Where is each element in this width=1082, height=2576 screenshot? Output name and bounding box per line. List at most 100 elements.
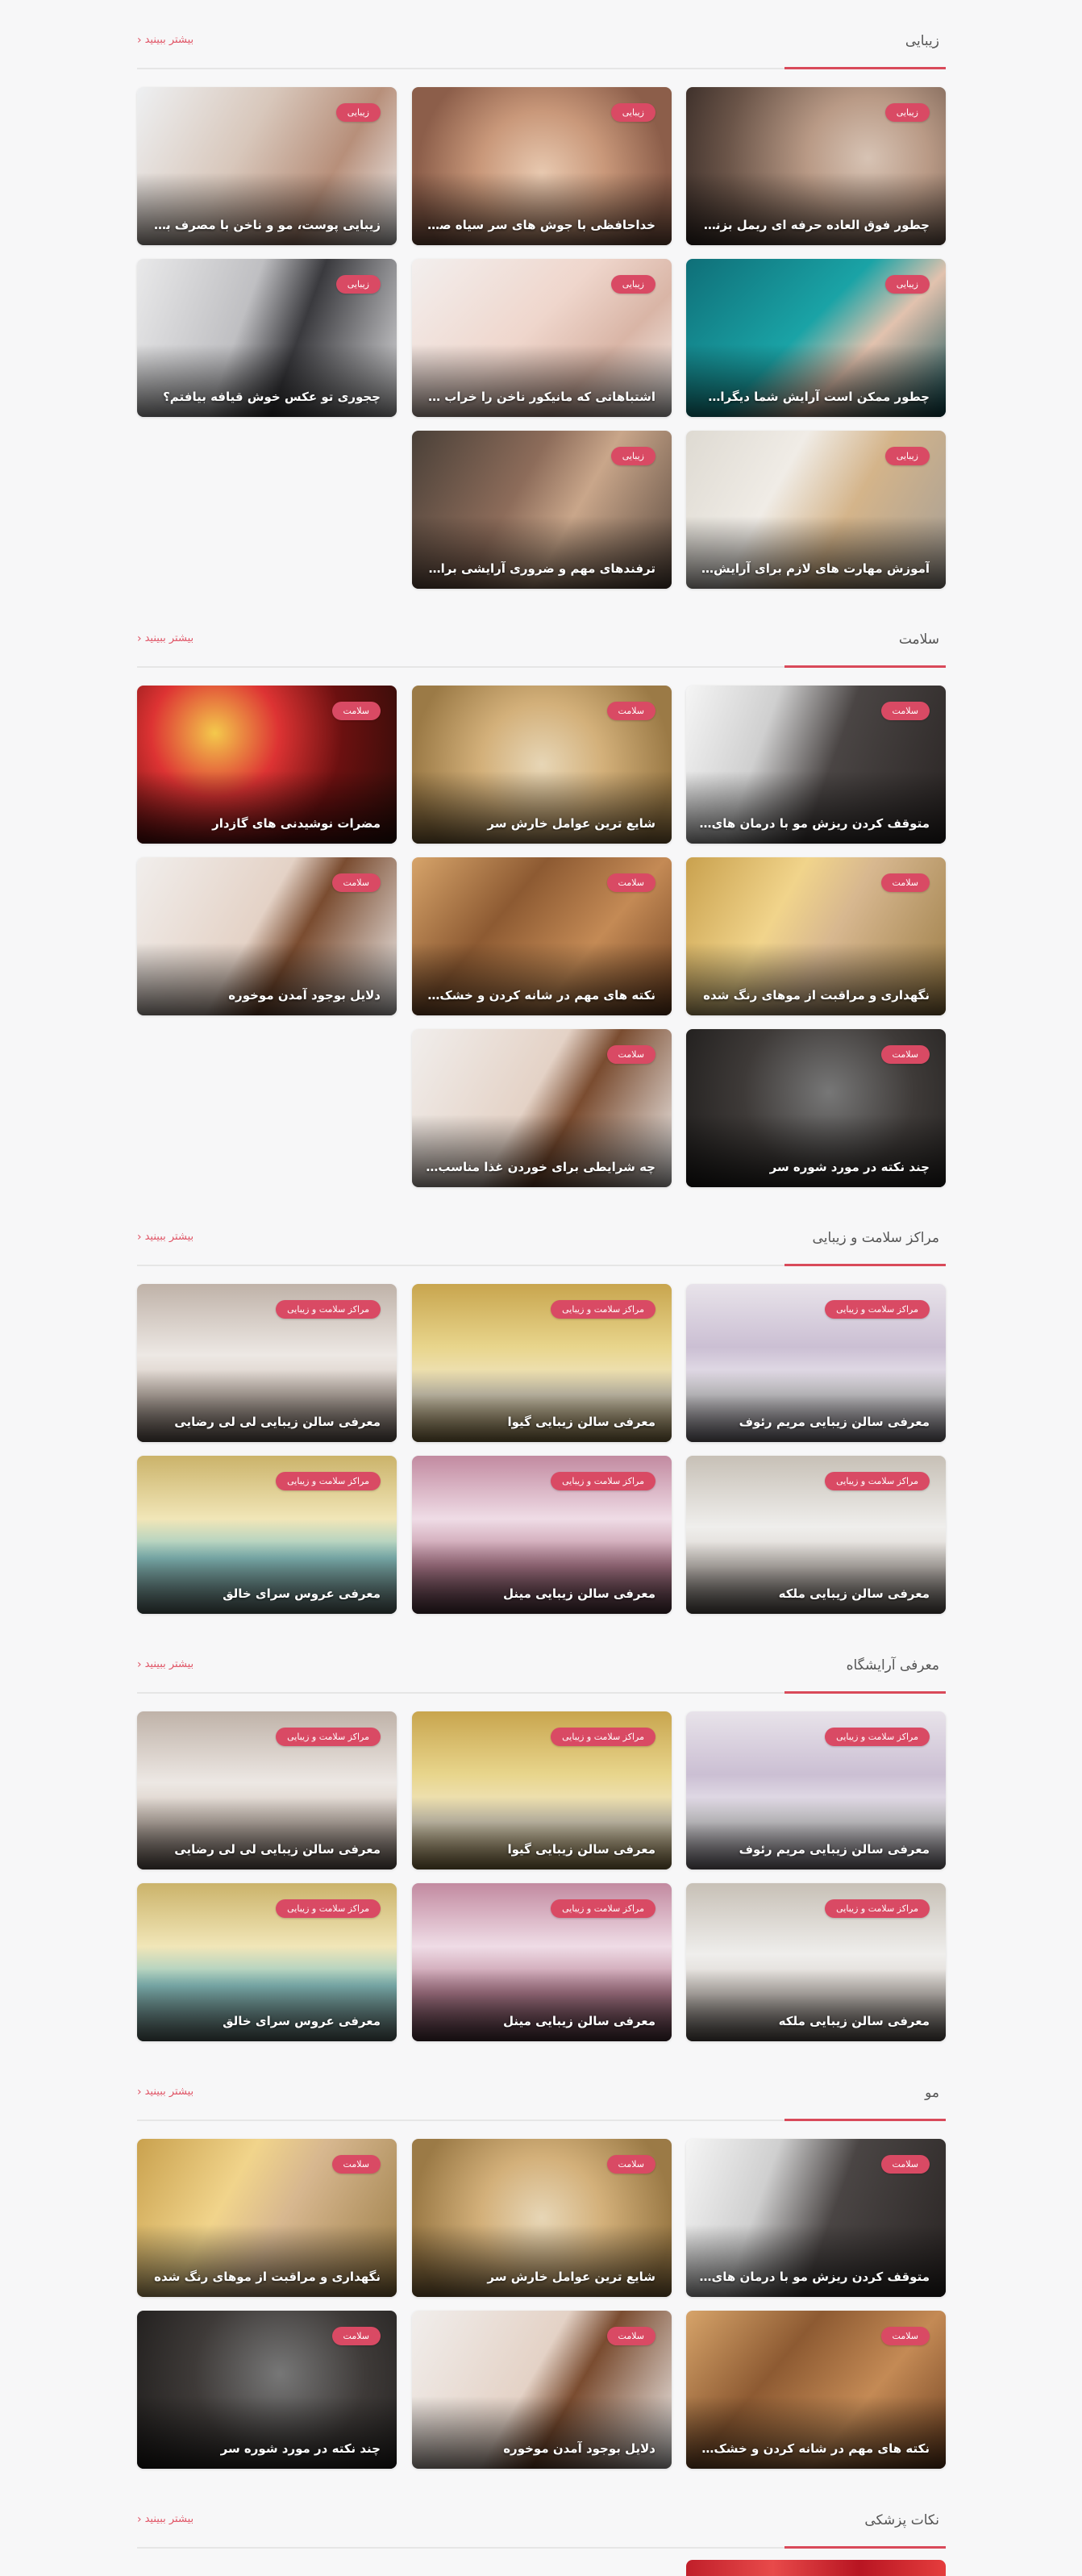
thumbnail-overlay <box>412 2224 672 2297</box>
category-badge[interactable]: سلامت <box>880 2327 930 2345</box>
section-title-underline <box>784 67 946 69</box>
category-badge[interactable]: سلامت <box>331 2155 381 2174</box>
section-2: سلامت بیشتر ببینید ‹ سلامت متوقف کردن ریزش م… <box>137 629 946 1187</box>
category-badge[interactable]: مراکز سلامت و زیبایی <box>825 1300 930 1319</box>
category-badge[interactable]: مراکز سلامت و زیبایی <box>276 1300 381 1319</box>
category-badge[interactable]: سلامت <box>606 2155 655 2174</box>
article-card[interactable]: سلامت نکته های مهم در شانه کردن و خشک کر.… <box>412 857 672 1015</box>
article-title: معرفی سالن زیبایی گیوا <box>507 1415 656 1429</box>
article-card[interactable]: زیبایی زیبایی پوست، مو و ناخن با مصرف برخ… <box>137 87 397 245</box>
article-card[interactable]: سلامت چه شرایطی برای خوردن غذا مناسب نیس.… <box>412 1029 672 1187</box>
section-header: مراکز سلامت و زیبایی بیشتر ببینید ‹ <box>137 1228 946 1266</box>
article-card[interactable]: زیبایی آموزش مهارت های لازم برای آرایش مو <box>686 431 946 589</box>
article-card[interactable]: سلامت نگهداری و مراقبت از موهای رنگ شده <box>686 857 946 1015</box>
category-badge[interactable]: سلامت <box>331 2327 381 2345</box>
article-card[interactable]: مراکز سلامت و زیبایی معرفی سالن زیبایی گی… <box>412 1711 672 1869</box>
see-more-link[interactable]: بیشتر ببینید ‹ <box>137 2086 194 2098</box>
article-card[interactable]: سلامت دلایل بوجود آمدن موخوره <box>412 2311 672 2469</box>
category-badge[interactable]: زیبایی <box>610 103 655 122</box>
category-badge[interactable]: سلامت <box>331 702 381 720</box>
category-badge[interactable]: سلامت <box>880 873 930 892</box>
see-more-link[interactable]: بیشتر ببینید ‹ <box>137 632 194 644</box>
category-badge[interactable]: سلامت <box>880 702 930 720</box>
article-card[interactable]: مراکز سلامت و زیبایی معرفی سالن زیبایی مر… <box>686 1284 946 1442</box>
article-card[interactable]: سلامت چند نکته در مورد شوره سر <box>686 1029 946 1187</box>
article-title: متوقف کردن ریزش مو با درمان های خان... <box>699 2270 930 2284</box>
article-card[interactable]: مراکز سلامت و زیبایی معرفی سالن زیبایی مل… <box>686 1456 946 1614</box>
article-thumbnail[interactable] <box>686 2560 946 2576</box>
article-card[interactable]: زیبایی چطور ممکن است آرایش شما دیگران رو … <box>686 259 946 417</box>
category-badge[interactable]: سلامت <box>331 873 381 892</box>
article-title: متوقف کردن ریزش مو با درمان های خان... <box>699 816 930 831</box>
article-card[interactable]: مراکز سلامت و زیبایی معرفی سالن زیبایی لی… <box>137 1711 397 1869</box>
thumbnail-overlay <box>137 173 397 245</box>
category-badge[interactable]: سلامت <box>606 2327 655 2345</box>
article-card[interactable]: زیبایی اشتباهاتی که مانیکور ناخن را خراب … <box>412 259 672 417</box>
see-more-label: بیشتر ببینید <box>144 34 194 46</box>
category-badge[interactable]: سلامت <box>880 1045 930 1064</box>
see-more-link[interactable]: بیشتر ببینید ‹ <box>137 1231 194 1243</box>
article-card[interactable]: زیبایی چطور فوق العاده حرفه ای ریمل بزنیم… <box>686 87 946 245</box>
article-title: نکته های مهم در شانه کردن و خشک کر... <box>699 2441 930 2456</box>
article-card[interactable]: مراکز سلامت و زیبایی معرفی عروس سرای خالق <box>137 1456 397 1614</box>
article-title: چطور فوق العاده حرفه ای ریمل بزنیم؟ <box>699 218 930 232</box>
thumbnail-overlay <box>412 1541 672 1614</box>
article-card[interactable]: مراکز سلامت و زیبایی معرفی سالن زیبایی مل… <box>686 1883 946 2041</box>
article-card[interactable]: مراکز سلامت و زیبایی معرفی عروس سرای خالق <box>137 1883 397 2041</box>
category-badge[interactable]: مراکز سلامت و زیبایی <box>551 1728 655 1746</box>
article-card[interactable]: زیبایی خداحافظی با جوش های سر سیاه صورت <box>412 87 672 245</box>
thumbnail-overlay <box>686 2224 946 2297</box>
category-badge[interactable]: سلامت <box>606 1045 655 1064</box>
article-card[interactable]: سلامت نکته های مهم در شانه کردن و خشک کر.… <box>686 2311 946 2469</box>
section-title: مراکز سلامت و زیبایی <box>812 1230 939 1246</box>
section-3: مراکز سلامت و زیبایی بیشتر ببینید ‹ مراکز س… <box>137 1228 946 1614</box>
article-title: چجوری تو عکس خوش قیافه بیافتم؟ <box>163 390 381 404</box>
category-badge[interactable]: مراکز سلامت و زیبایی <box>825 1899 930 1918</box>
category-badge[interactable]: مراکز سلامت و زیبایی <box>276 1472 381 1490</box>
category-badge[interactable]: سلامت <box>606 873 655 892</box>
category-badge[interactable]: مراکز سلامت و زیبایی <box>551 1472 655 1490</box>
article-card[interactable]: زیبایی چجوری تو عکس خوش قیافه بیافتم؟ <box>137 259 397 417</box>
article-card[interactable]: سلامت متوقف کردن ریزش مو با درمان های خان… <box>686 686 946 844</box>
section-title: مو <box>925 2085 939 2101</box>
article-card[interactable]: مراکز سلامت و زیبایی معرفی سالن زیبایی مر… <box>686 1711 946 1869</box>
category-badge[interactable]: مراکز سلامت و زیبایی <box>551 1300 655 1319</box>
article-title: معرفی سالن زیبایی گیوا <box>507 1842 656 1857</box>
article-card[interactable]: مراکز سلامت و زیبایی معرفی سالن زیبایی گی… <box>412 1284 672 1442</box>
category-badge[interactable]: مراکز سلامت و زیبایی <box>551 1899 655 1918</box>
category-badge[interactable]: زیبایی <box>610 447 655 465</box>
category-badge[interactable]: مراکز سلامت و زیبایی <box>825 1472 930 1490</box>
article-card[interactable]: سلامت دلایل بوجود آمدن موخوره <box>137 857 397 1015</box>
category-badge[interactable]: زیبایی <box>610 275 655 294</box>
category-badge[interactable]: زیبایی <box>335 275 381 294</box>
article-card[interactable]: مراکز سلامت و زیبایی معرفی سالن زیبایی می… <box>412 1883 672 2041</box>
thumbnail-overlay <box>137 1797 397 1869</box>
article-card[interactable]: سلامت چند نکته در مورد شوره سر <box>137 2311 397 2469</box>
thumbnail-overlay <box>412 344 672 417</box>
article-card[interactable]: سلامت مضرات نوشیدنی های گازدار <box>137 686 397 844</box>
see-more-label: بیشتر ببینید <box>144 1658 194 1670</box>
article-card[interactable]: مراکز سلامت و زیبایی معرفی سالن زیبایی لی… <box>137 1284 397 1442</box>
category-badge[interactable]: مراکز سلامت و زیبایی <box>276 1899 381 1918</box>
see-more-link[interactable]: بیشتر ببینید ‹ <box>137 2513 194 2525</box>
article-card[interactable]: سلامت شایع ترین عوامل خارش سر <box>412 2139 672 2297</box>
article-card[interactable]: سلامت نگهداری و مراقبت از موهای رنگ شده <box>137 2139 397 2297</box>
chevron-left-icon: ‹ <box>137 2512 142 2526</box>
category-badge[interactable]: زیبایی <box>884 447 930 465</box>
section-title: نکات پزشکی <box>864 2512 939 2528</box>
category-badge[interactable]: مراکز سلامت و زیبایی <box>276 1728 381 1746</box>
category-badge[interactable]: سلامت <box>606 702 655 720</box>
category-badge[interactable]: زیبایی <box>335 103 381 122</box>
thumbnail-overlay <box>686 943 946 1015</box>
article-title: مضرات نوشیدنی های گازدار <box>212 816 381 831</box>
see-more-link[interactable]: بیشتر ببینید ‹ <box>137 1658 194 1670</box>
category-badge[interactable]: زیبایی <box>884 275 930 294</box>
article-card[interactable]: مراکز سلامت و زیبایی معرفی سالن زیبایی می… <box>412 1456 672 1614</box>
article-card[interactable]: سلامت متوقف کردن ریزش مو با درمان های خان… <box>686 2139 946 2297</box>
category-badge[interactable]: زیبایی <box>884 103 930 122</box>
category-badge[interactable]: مراکز سلامت و زیبایی <box>825 1728 930 1746</box>
see-more-link[interactable]: بیشتر ببینید ‹ <box>137 34 194 46</box>
article-card[interactable]: سلامت شایع ترین عوامل خارش سر <box>412 686 672 844</box>
article-card[interactable]: زیبایی ترفندهای مهم و ضروری آرایشی برای خ… <box>412 431 672 589</box>
category-badge[interactable]: سلامت <box>880 2155 930 2174</box>
